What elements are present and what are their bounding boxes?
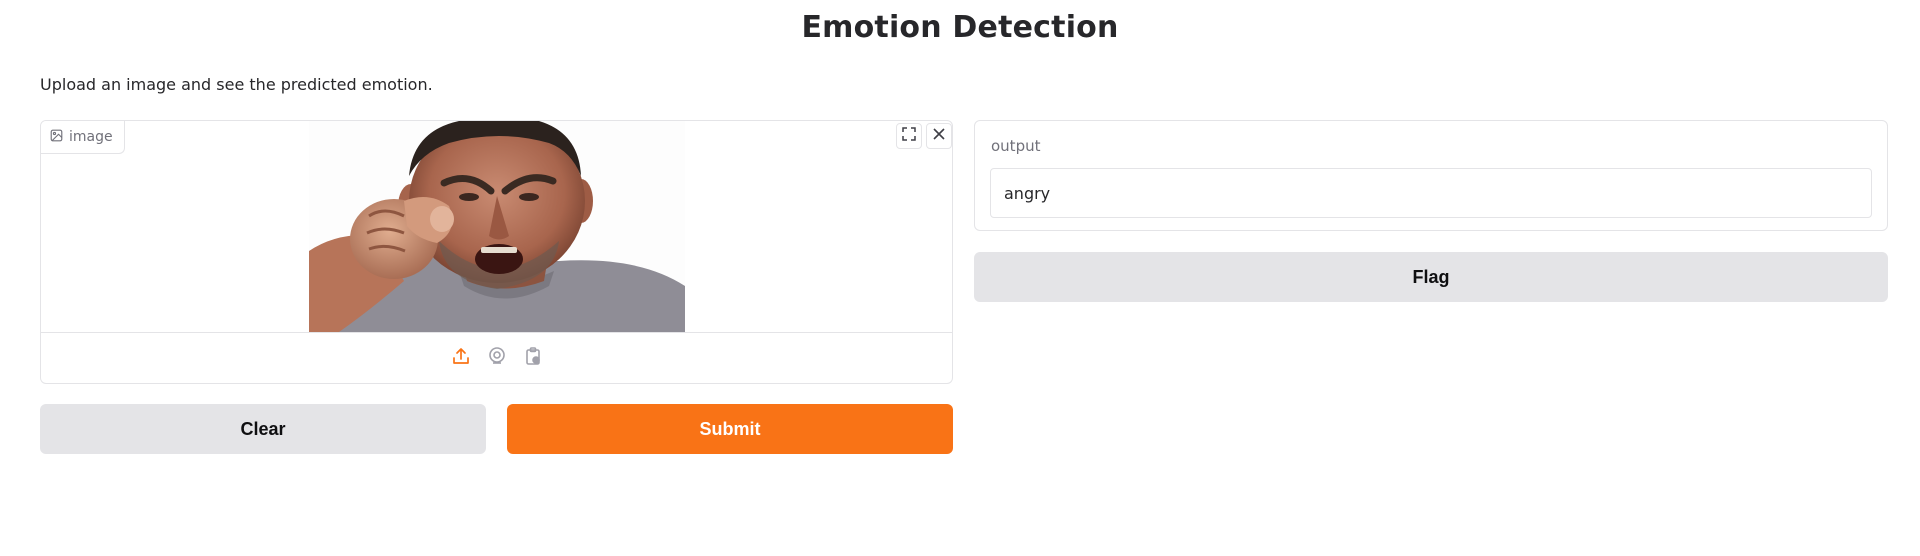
uploaded-image <box>309 121 685 332</box>
fullscreen-button[interactable] <box>896 123 922 149</box>
page-title: Emotion Detection <box>801 10 1119 45</box>
webcam-source-button[interactable] <box>485 346 509 370</box>
output-panel: output angry <box>974 120 1888 231</box>
page-description: Upload an image and see the predicted em… <box>40 75 433 94</box>
image-toolbar <box>896 123 952 149</box>
image-input-panel[interactable]: image <box>40 120 953 384</box>
close-icon <box>931 126 947 146</box>
image-label-text: image <box>69 129 113 145</box>
image-input-label: image <box>41 121 125 154</box>
webcam-icon <box>487 346 507 370</box>
clear-image-button[interactable] <box>926 123 952 149</box>
clipboard-icon <box>523 346 543 370</box>
image-preview-area <box>41 121 952 332</box>
output-label: output <box>991 137 1041 155</box>
clear-button[interactable]: Clear <box>40 404 486 454</box>
upload-icon <box>451 346 471 370</box>
upload-source-button[interactable] <box>449 346 473 370</box>
image-icon <box>50 129 63 146</box>
clipboard-source-button[interactable] <box>521 346 545 370</box>
submit-button[interactable]: Submit <box>507 404 953 454</box>
flag-button[interactable]: Flag <box>974 252 1888 302</box>
image-source-selector <box>41 332 952 383</box>
output-textbox[interactable]: angry <box>990 168 1872 218</box>
fullscreen-icon <box>901 126 917 146</box>
